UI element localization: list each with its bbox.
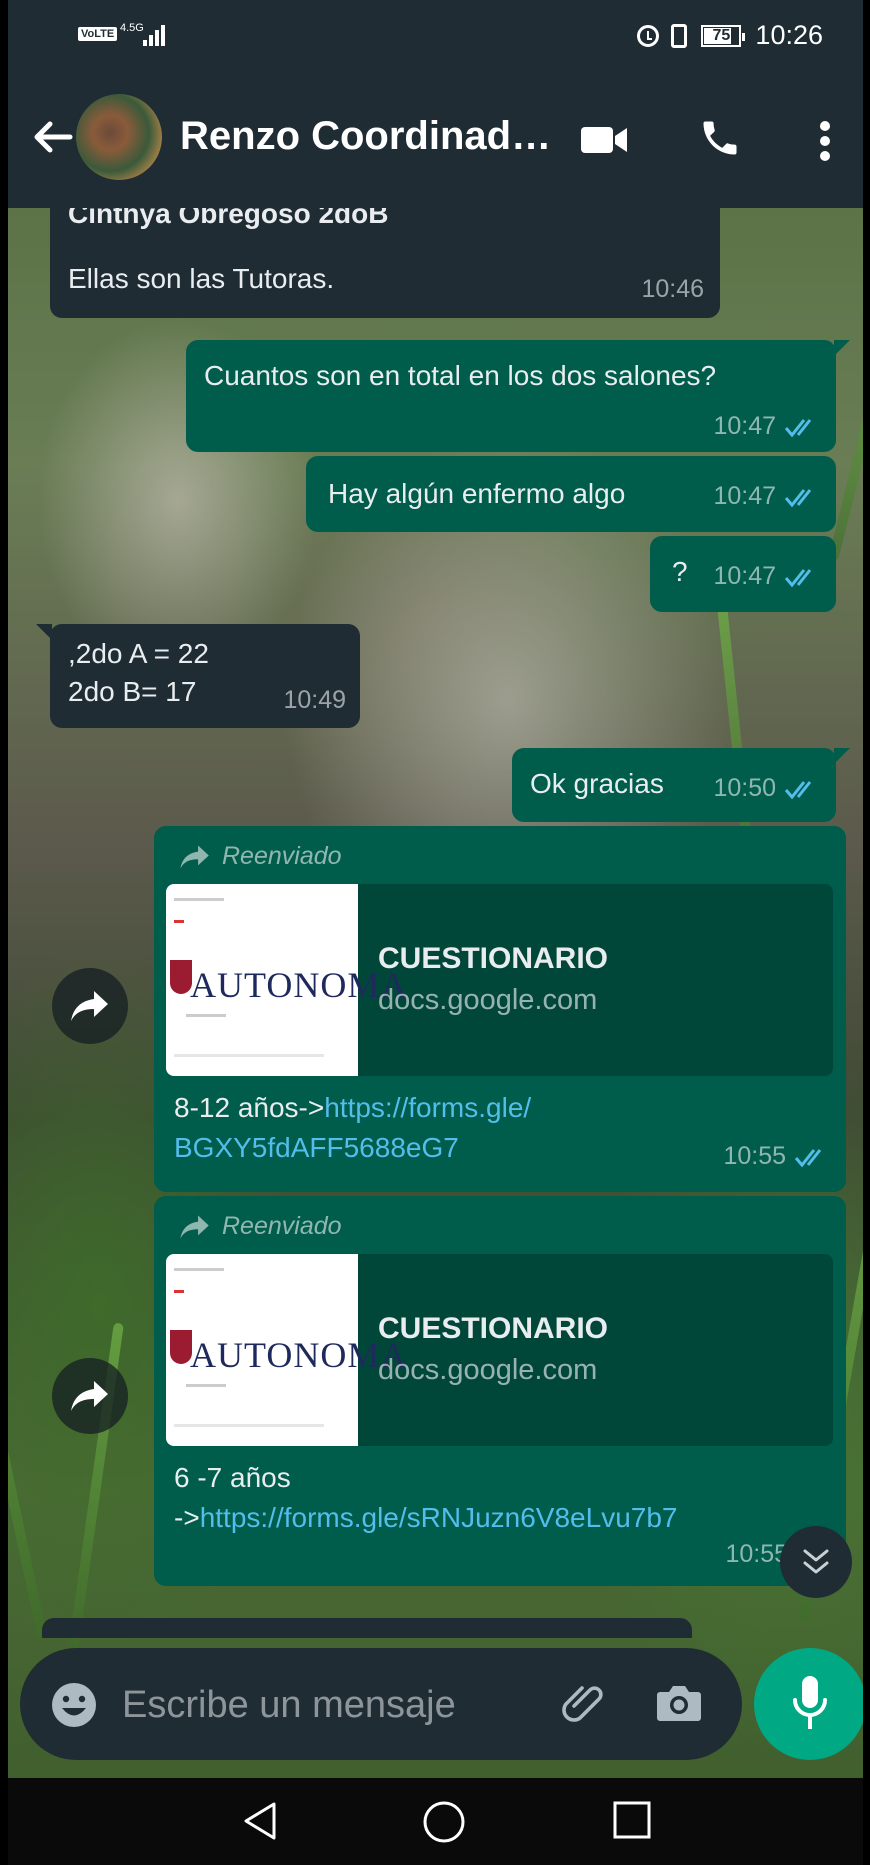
message-input[interactable] xyxy=(120,1676,464,1734)
share-forward-button[interactable] xyxy=(52,1358,128,1434)
vibrate-icon xyxy=(671,23,688,48)
forwarded-label: Reenviado xyxy=(178,1212,342,1241)
university-crest-icon xyxy=(170,1330,192,1364)
message-time: 10:49 xyxy=(283,686,346,714)
nav-back-icon[interactable] xyxy=(240,1800,280,1842)
message-bubble-incoming[interactable] xyxy=(42,1618,692,1638)
volte-indicator: VoLTE xyxy=(78,27,118,41)
message-text: Cuantos son en total en los dos salones? xyxy=(204,360,717,391)
message-time: 10:47 xyxy=(713,412,776,440)
message-text: 6 -7 años xyxy=(174,1462,291,1493)
share-forward-button[interactable] xyxy=(52,968,128,1044)
video-call-icon[interactable] xyxy=(581,125,629,155)
read-receipt-icon xyxy=(784,418,812,437)
read-receipt-icon xyxy=(794,1148,822,1167)
message-time: 10:55 xyxy=(725,1540,788,1568)
link-preview-domain: docs.google.com xyxy=(378,1354,598,1386)
message-time: 10:47 xyxy=(713,482,776,510)
nav-recents-icon[interactable] xyxy=(612,1800,652,1840)
message-text: ? xyxy=(672,556,688,587)
message-link[interactable]: BGXY5fdAFF5688eG7 xyxy=(174,1132,459,1164)
link-preview-domain: docs.google.com xyxy=(378,984,598,1016)
status-bar: VoLTE 4.5G 75 10:26 xyxy=(8,0,863,72)
emoji-icon[interactable] xyxy=(50,1681,98,1729)
forwarded-label: Reenviado xyxy=(178,842,342,871)
link-preview-title: CUESTIONARIO xyxy=(378,942,609,975)
message-list[interactable]: Cinthya Obregoso 2doB Ellas son las Tuto… xyxy=(8,208,863,1638)
thumbnail-logo-text: AUTONOMA xyxy=(190,965,408,1005)
message-text: Ok gracias xyxy=(530,768,664,799)
nav-home-icon[interactable] xyxy=(422,1800,466,1844)
message-bubble-incoming[interactable]: ,2do A = 22 2do B= 17 10:49 xyxy=(36,624,360,728)
message-text: -> xyxy=(174,1502,200,1533)
message-text: Hay algún enfermo algo xyxy=(328,478,626,509)
battery-level: 75 xyxy=(712,26,731,44)
link-preview-title: CUESTIONARIO xyxy=(378,1312,609,1345)
message-time: 10:55 xyxy=(723,1142,786,1170)
read-receipt-icon xyxy=(784,568,812,587)
forwarded-icon xyxy=(180,1215,209,1238)
message-text: Ellas son las Tutoras. xyxy=(68,263,335,294)
message-text: 8-12 años-> xyxy=(174,1092,325,1123)
more-options-icon[interactable] xyxy=(818,120,832,162)
double-chevron-down-icon xyxy=(803,1549,829,1574)
message-bubble-incoming[interactable]: Cinthya Obregoso 2doB Ellas son las Tuto… xyxy=(50,208,720,318)
battery-icon: 75 xyxy=(701,24,746,47)
link-preview-card[interactable]: AUTONOMA CUESTIONARIO docs.google.com xyxy=(166,884,833,1076)
message-time: 10:47 xyxy=(713,562,776,590)
read-receipt-icon xyxy=(784,780,812,799)
forwarded-icon xyxy=(180,845,209,868)
link-preview-thumbnail: AUTONOMA xyxy=(166,884,406,1076)
thumbnail-logo-text: AUTONOMA xyxy=(190,1335,408,1375)
scroll-to-bottom-button[interactable] xyxy=(780,1526,852,1598)
forwarded-text: Reenviado xyxy=(222,1212,342,1240)
message-composer xyxy=(20,1648,742,1760)
back-arrow-icon[interactable] xyxy=(28,112,78,162)
message-bubble-outgoing[interactable]: Hay algún enfermo algo 10:47 xyxy=(306,456,836,532)
message-bubble-outgoing[interactable]: ? 10:47 xyxy=(650,536,836,612)
message-time: 10:46 xyxy=(641,275,704,303)
alarm-icon xyxy=(637,24,660,47)
message-text: ,2do A = 22 xyxy=(68,638,209,669)
forward-icon xyxy=(71,1381,108,1411)
read-receipt-icon xyxy=(784,488,812,507)
message-bubble-outgoing[interactable]: Cuantos son en total en los dos salones?… xyxy=(186,340,850,452)
message-sender: Cinthya Obregoso 2doB xyxy=(68,208,389,229)
voice-call-icon[interactable] xyxy=(698,116,742,160)
link-preview-thumbnail: AUTONOMA xyxy=(166,1254,406,1446)
message-bubble-forwarded[interactable]: Reenviado AUTONOMA CUESTIONARIO docs.goo… xyxy=(154,1196,846,1586)
message-time: 10:50 xyxy=(713,774,776,802)
voice-message-button[interactable] xyxy=(754,1648,863,1760)
avatar[interactable] xyxy=(76,94,162,180)
chat-header: Renzo Coordinad… xyxy=(8,72,863,208)
message-link[interactable]: https://forms.gle/ xyxy=(324,1092,531,1123)
contact-name[interactable]: Renzo Coordinad… xyxy=(180,114,551,159)
message-bubble-outgoing[interactable]: Ok gracias 10:50 xyxy=(512,748,850,822)
camera-icon[interactable] xyxy=(656,1682,702,1722)
signal-icon xyxy=(141,22,171,46)
attach-icon[interactable] xyxy=(560,1680,608,1728)
forwarded-text: Reenviado xyxy=(222,842,342,870)
system-navigation-bar xyxy=(8,1778,863,1865)
mic-icon xyxy=(793,1676,827,1729)
forward-icon xyxy=(71,991,108,1021)
status-time: 10:26 xyxy=(755,20,823,50)
message-link[interactable]: https://forms.gle/sRNJuzn6V8eLvu7b7 xyxy=(200,1502,678,1533)
university-crest-icon xyxy=(170,960,192,994)
message-bubble-forwarded[interactable]: Reenviado AUTONOMA CUESTIONARIO docs.goo… xyxy=(154,826,846,1192)
message-text: 2do B= 17 xyxy=(68,676,197,707)
link-preview-card[interactable]: AUTONOMA CUESTIONARIO docs.google.com xyxy=(166,1254,833,1446)
phone-screen: VoLTE 4.5G 75 10:26 Renzo Coordinad… Cin… xyxy=(8,0,863,1865)
